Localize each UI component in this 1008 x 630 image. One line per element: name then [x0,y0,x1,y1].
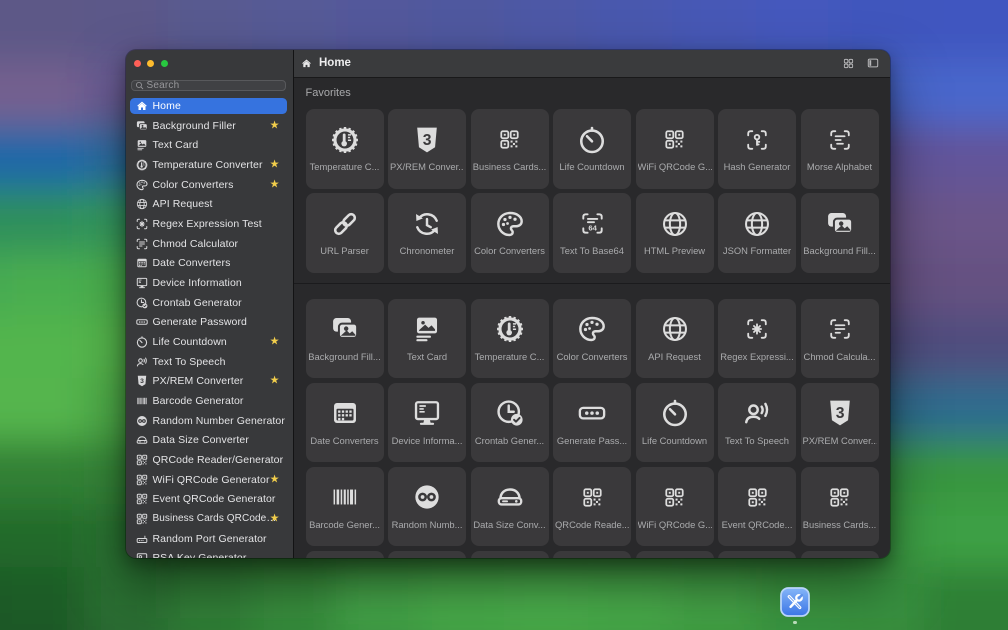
svg-text:3: 3 [140,378,144,385]
svg-text:3: 3 [423,132,432,149]
svg-text:3: 3 [835,405,844,422]
svg-text:64: 64 [588,224,597,233]
